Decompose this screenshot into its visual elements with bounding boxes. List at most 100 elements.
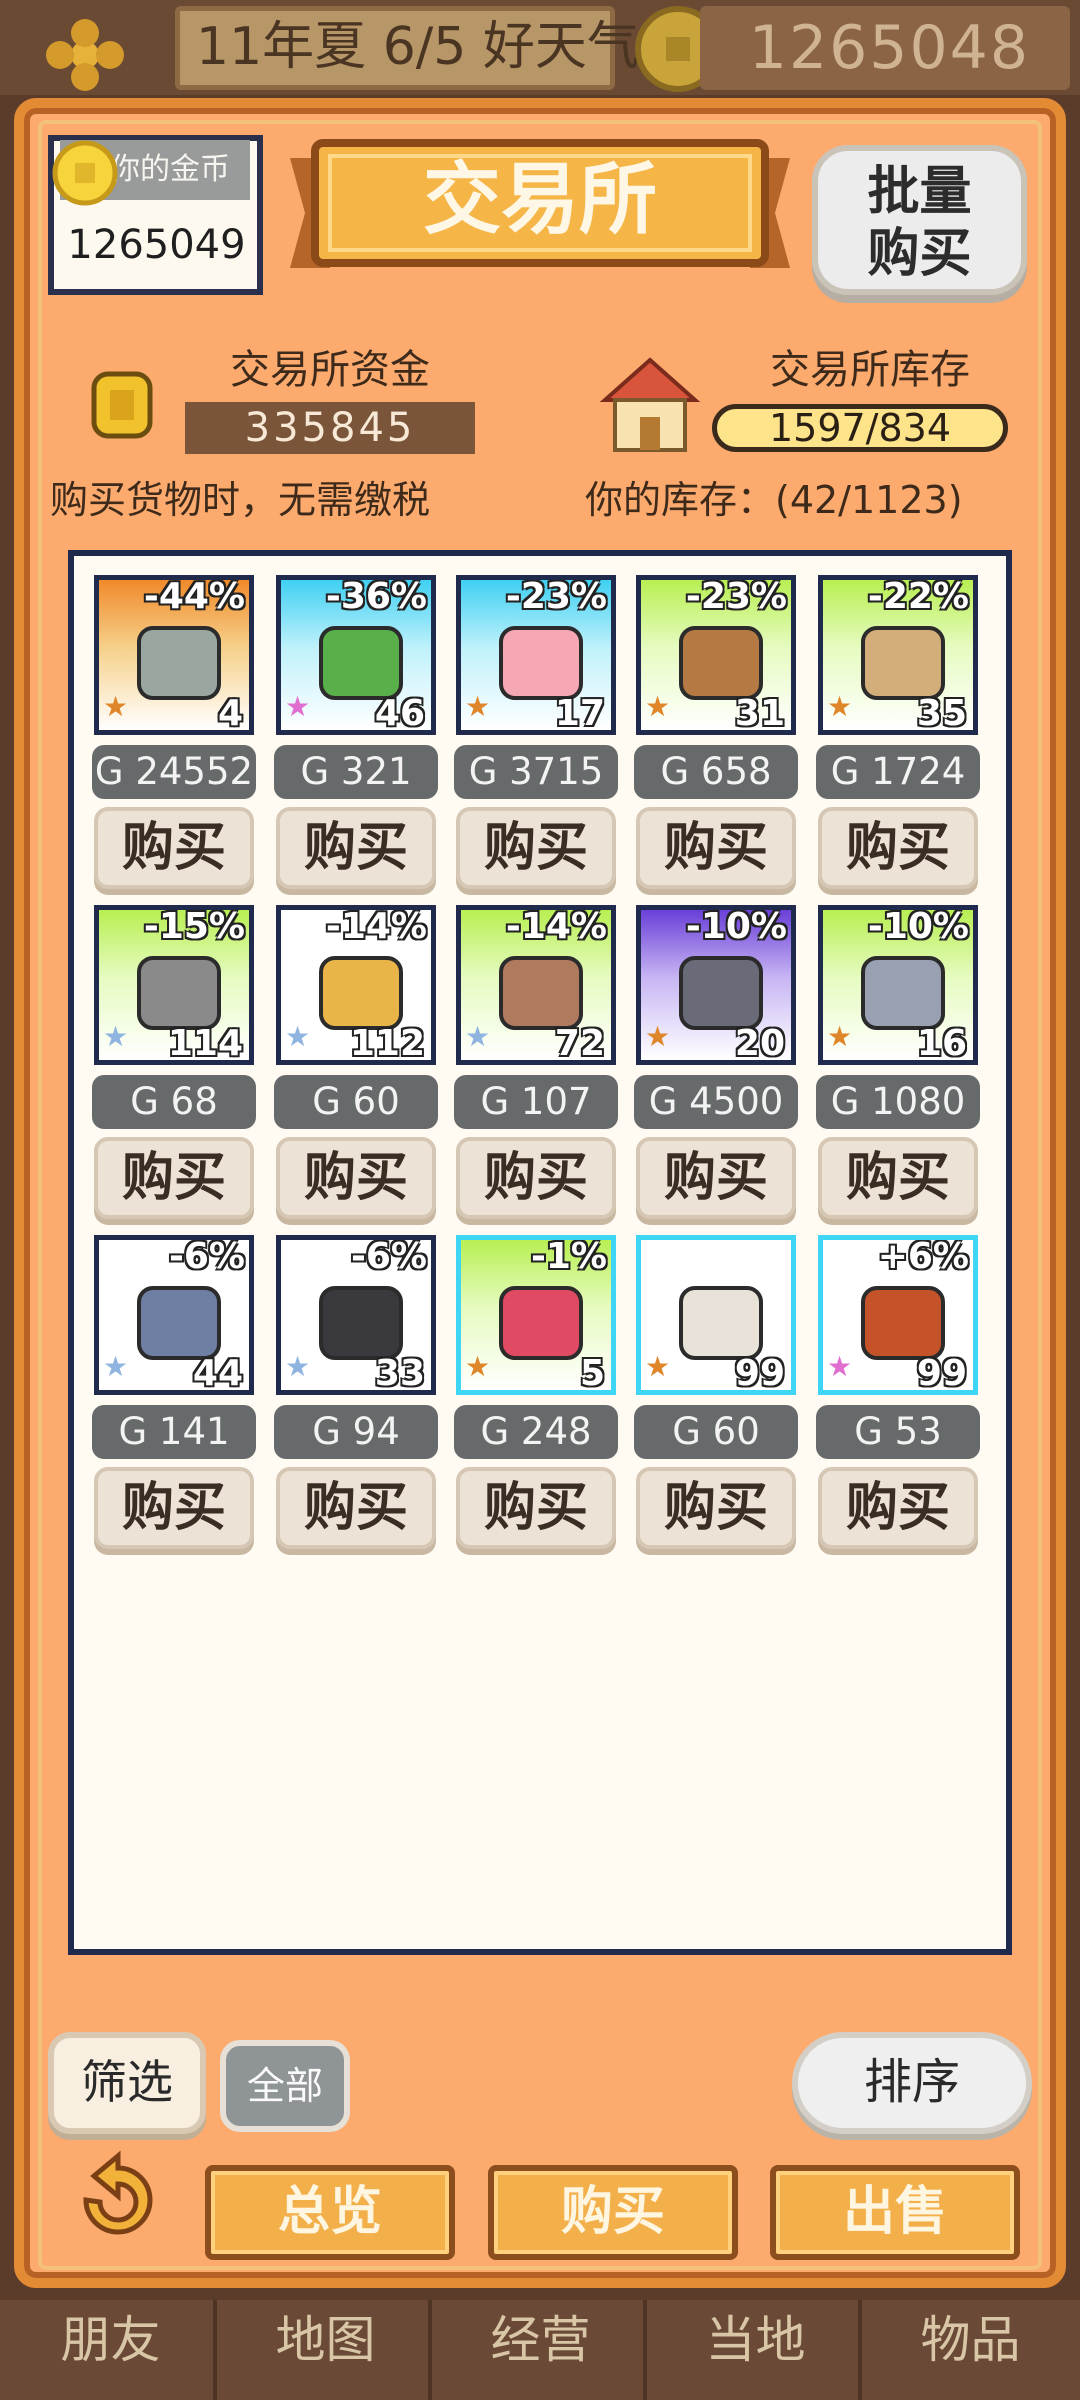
- item-icon-frame[interactable]: -15% ★ 114: [94, 905, 254, 1065]
- star-icon: ★: [465, 690, 491, 723]
- shop-item[interactable]: -14% ★ 72 G 107 购买: [454, 905, 618, 1235]
- shop-item[interactable]: -36% ★ 46 G 321 购买: [274, 575, 438, 905]
- buy-button[interactable]: 购买: [818, 1137, 978, 1219]
- buy-button[interactable]: 购买: [456, 1467, 616, 1549]
- shop-item[interactable]: -44% ★ 4 G 24552 购买: [92, 575, 256, 905]
- filter-button[interactable]: 筛选: [48, 2032, 206, 2134]
- item-icon-frame[interactable]: ★ 99: [636, 1235, 796, 1395]
- shop-item[interactable]: -10% ★ 16 G 1080 购买: [816, 905, 980, 1235]
- your-gold-value: 1265049: [67, 222, 246, 268]
- shop-item[interactable]: -15% ★ 114 G 68 购买: [92, 905, 256, 1235]
- item-quantity: 35: [916, 693, 967, 734]
- shop-item[interactable]: ★ 99 G 60 购买: [634, 1235, 798, 1565]
- shop-item[interactable]: -23% ★ 17 G 3715 购买: [454, 575, 618, 905]
- discount-label: -44%: [143, 576, 245, 617]
- sort-button[interactable]: 排序: [792, 2032, 1032, 2134]
- star-icon: ★: [645, 690, 671, 723]
- buy-button[interactable]: 购买: [636, 1137, 796, 1219]
- item-icon-frame[interactable]: -10% ★ 20: [636, 905, 796, 1065]
- overview-tab-button[interactable]: 总览: [205, 2165, 455, 2260]
- buy-button[interactable]: 购买: [276, 807, 436, 889]
- star-icon: ★: [285, 690, 311, 723]
- star-icon: ★: [285, 1350, 311, 1383]
- item-icon-frame[interactable]: -6% ★ 44: [94, 1235, 254, 1395]
- item-icon-frame[interactable]: -14% ★ 112: [276, 905, 436, 1065]
- item-icon-frame[interactable]: -44% ★ 4: [94, 575, 254, 735]
- exchange-fund-value: 335845: [185, 402, 475, 454]
- star-icon: ★: [103, 1020, 129, 1053]
- discount-label: -1%: [530, 1236, 607, 1277]
- shop-item[interactable]: +6% ★ 99 G 53 购买: [816, 1235, 980, 1565]
- shop-item[interactable]: -22% ★ 35 G 1724 购买: [816, 575, 980, 905]
- item-icon-frame[interactable]: -1% ★ 5: [456, 1235, 616, 1395]
- item-quantity: 72: [554, 1023, 605, 1064]
- buy-button[interactable]: 购买: [94, 1467, 254, 1549]
- exchange-fund-label: 交易所资金: [230, 347, 430, 393]
- item-icon-frame[interactable]: +6% ★ 99: [818, 1235, 978, 1395]
- item-quantity: 20: [734, 1023, 785, 1064]
- buy-button[interactable]: 购买: [818, 1467, 978, 1549]
- item-quantity: 46: [374, 693, 425, 734]
- nav-local[interactable]: 当地: [653, 2300, 862, 2400]
- buy-button[interactable]: 购买: [636, 807, 796, 889]
- nav-friends[interactable]: 朋友: [8, 2300, 217, 2400]
- item-icon-frame[interactable]: -14% ★ 72: [456, 905, 616, 1065]
- nav-items[interactable]: 物品: [868, 2300, 1073, 2400]
- buy-tab-button[interactable]: 购买: [488, 2165, 738, 2260]
- item-quantity: 99: [734, 1353, 785, 1394]
- top-gold-counter: 1265048: [700, 6, 1070, 90]
- item-quantity: 99: [916, 1353, 967, 1394]
- buy-button[interactable]: 购买: [94, 807, 254, 889]
- tax-note: 购买货物时，无需缴税: [50, 478, 431, 522]
- nav-manage[interactable]: 经营: [438, 2300, 647, 2400]
- buy-button[interactable]: 购买: [94, 1137, 254, 1219]
- buy-button[interactable]: 购买: [276, 1467, 436, 1549]
- star-icon: ★: [465, 1350, 491, 1383]
- item-price: G 53: [816, 1405, 980, 1459]
- item-icon-frame[interactable]: -10% ★ 16: [818, 905, 978, 1065]
- item-icon-frame[interactable]: -36% ★ 46: [276, 575, 436, 735]
- discount-label: -22%: [867, 576, 969, 617]
- item-icon-frame[interactable]: -22% ★ 35: [818, 575, 978, 735]
- item-quantity: 17: [554, 693, 605, 734]
- shop-item[interactable]: -6% ★ 33 G 94 购买: [274, 1235, 438, 1565]
- item-icon-frame[interactable]: -23% ★ 17: [456, 575, 616, 735]
- buy-button[interactable]: 购买: [276, 1137, 436, 1219]
- item-icon-frame[interactable]: -6% ★ 33: [276, 1235, 436, 1395]
- star-icon: ★: [465, 1020, 491, 1053]
- discount-label: +6%: [877, 1236, 969, 1277]
- buy-button[interactable]: 购买: [456, 1137, 616, 1219]
- discount-label: -15%: [143, 906, 245, 947]
- star-icon: ★: [827, 1350, 853, 1383]
- back-arrow-icon[interactable]: [66, 2150, 170, 2246]
- season-weather-display: 11年夏 6/5 好天气: [175, 6, 639, 90]
- item-quantity: 112: [349, 1023, 425, 1064]
- sell-tab-button[interactable]: 出售: [770, 2165, 1020, 2260]
- item-price: G 4500: [634, 1075, 798, 1129]
- bulk-buy-button[interactable]: 批量 购买: [812, 145, 1027, 295]
- item-price: G 60: [274, 1075, 438, 1129]
- filter-all-chip[interactable]: 全部: [220, 2040, 350, 2132]
- shop-item[interactable]: -14% ★ 112 G 60 购买: [274, 905, 438, 1235]
- nav-map[interactable]: 地图: [223, 2300, 432, 2400]
- shop-item[interactable]: -6% ★ 44 G 141 购买: [92, 1235, 256, 1565]
- discount-label: -23%: [505, 576, 607, 617]
- star-icon: ★: [645, 1350, 671, 1383]
- coin-icon: [91, 371, 153, 439]
- buy-button[interactable]: 购买: [636, 1467, 796, 1549]
- item-price: G 141: [92, 1405, 256, 1459]
- buy-button[interactable]: 购买: [456, 807, 616, 889]
- item-quantity: 31: [734, 693, 785, 734]
- my-inventory-count: 你的库存：(42/1123): [585, 478, 963, 522]
- flower-icon[interactable]: [30, 15, 140, 95]
- buy-button[interactable]: 购买: [818, 807, 978, 889]
- item-price: G 68: [92, 1075, 256, 1129]
- shop-item[interactable]: -1% ★ 5 G 248 购买: [454, 1235, 618, 1565]
- item-icon-frame[interactable]: -23% ★ 31: [636, 575, 796, 735]
- shop-item[interactable]: -10% ★ 20 G 4500 购买: [634, 905, 798, 1235]
- star-icon: ★: [827, 690, 853, 723]
- discount-label: -10%: [685, 906, 787, 947]
- star-icon: ★: [103, 1350, 129, 1383]
- shop-item[interactable]: -23% ★ 31 G 658 购买: [634, 575, 798, 905]
- item-quantity: 44: [192, 1353, 243, 1394]
